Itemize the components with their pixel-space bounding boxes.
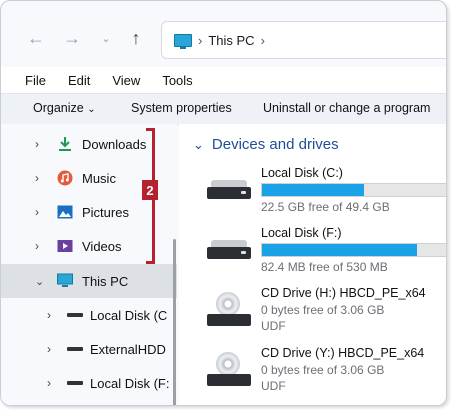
drive-name: Local Disk (F:) — [261, 226, 342, 240]
cd-drive-icon — [207, 352, 251, 386]
drive-icon — [67, 307, 83, 323]
drive-item-f[interactable]: Local Disk (F:) 82.4 MB free of 530 MB — [179, 224, 446, 280]
system-properties-button[interactable]: System properties — [131, 101, 232, 115]
organize-button[interactable]: Organize ⌄ — [33, 101, 96, 115]
menu-bar: File Edit View Tools — [1, 67, 446, 93]
file-explorer-window: ← → ⌄ ↑ › This PC › File Edit View Tools… — [0, 0, 447, 406]
drive-free-space: 0 bytes free of 3.06 GB — [261, 363, 385, 377]
videos-icon — [57, 238, 73, 254]
menu-view[interactable]: View — [112, 73, 140, 88]
navigation-pane: › Downloads › Music › Pictures › Videos … — [1, 124, 177, 405]
this-pc-icon — [57, 272, 73, 288]
menu-edit[interactable]: Edit — [68, 73, 90, 88]
sidebar-item-local-disk-f[interactable]: › Local Disk (F: — [1, 367, 177, 399]
chevron-down-icon: ⌄ — [87, 104, 96, 115]
menu-file[interactable]: File — [25, 73, 46, 88]
sidebar-item-label: Videos — [82, 238, 122, 254]
command-bar: Organize ⌄ System properties Uninstall o… — [1, 93, 446, 125]
chevron-right-icon[interactable]: › — [47, 308, 51, 322]
sidebar-item-label: ExternalHDD — [90, 341, 166, 357]
back-arrow-icon[interactable]: ← — [25, 27, 47, 49]
sidebar-item-external-hdd[interactable]: › ExternalHDD — [1, 333, 177, 365]
organize-label: Organize — [33, 101, 84, 115]
chevron-right-icon[interactable]: › — [35, 239, 39, 253]
chevron-right-icon[interactable]: › — [35, 205, 39, 219]
annotation-badge: 2 — [142, 180, 158, 200]
forward-arrow-icon[interactable]: → — [61, 27, 83, 49]
drive-item-c[interactable]: Local Disk (C:) 22.5 GB free of 49.4 GB — [179, 164, 446, 220]
drive-name: CD Drive (Y:) HBCD_PE_x64 — [261, 346, 425, 360]
sidebar-item-label: This PC — [82, 273, 129, 289]
chevron-right-icon[interactable]: › — [35, 137, 39, 151]
drive-usage-fill — [262, 184, 364, 196]
chevron-right-icon: › — [198, 32, 203, 48]
chevron-right-icon[interactable]: › — [47, 342, 51, 356]
chevron-down-icon[interactable]: ⌄ — [35, 275, 44, 288]
chevron-down-icon: ⌄ — [193, 136, 204, 152]
chevron-right-icon[interactable]: › — [47, 376, 51, 390]
pictures-icon — [57, 204, 73, 220]
download-icon — [57, 136, 73, 152]
scrollbar[interactable] — [173, 239, 176, 405]
drive-free-space: 22.5 GB free of 49.4 GB — [261, 200, 390, 214]
sidebar-item-this-pc[interactable]: ⌄ This PC — [1, 264, 177, 298]
sidebar-item-label: Music — [82, 170, 116, 186]
drive-item-h[interactable]: CD Drive (H:) HBCD_PE_x64 0 bytes free o… — [179, 284, 446, 340]
sidebar-item-label: Local Disk (C — [90, 307, 168, 323]
drive-free-space: 82.4 MB free of 530 MB — [261, 260, 388, 274]
drive-name: Local Disk (C:) — [261, 166, 343, 180]
sidebar-item-label: Downloads — [82, 136, 147, 152]
uninstall-program-button[interactable]: Uninstall or change a program — [263, 101, 430, 115]
chevron-right-icon[interactable]: › — [35, 171, 39, 185]
hard-drive-icon — [207, 180, 251, 202]
sidebar-item-local-disk-c[interactable]: › Local Disk (C — [1, 299, 177, 331]
drive-usage-bar — [261, 243, 446, 257]
sidebar-item-label: Pictures — [82, 204, 129, 220]
cd-drive-icon — [207, 292, 251, 326]
this-pc-icon — [174, 33, 192, 49]
drive-free-space: 0 bytes free of 3.06 GB — [261, 303, 385, 317]
music-icon — [57, 170, 73, 186]
menu-tools[interactable]: Tools — [162, 73, 192, 88]
section-header-devices[interactable]: ⌄ Devices and drives — [193, 136, 339, 153]
hard-drive-icon — [207, 240, 251, 262]
content-pane: ⌄ Devices and drives Local Disk (C:) 22.… — [179, 124, 446, 405]
drive-icon — [67, 341, 83, 357]
drive-filesystem: UDF — [261, 379, 286, 393]
drive-name: CD Drive (H:) HBCD_PE_x64 — [261, 286, 426, 300]
section-title: Devices and drives — [211, 136, 339, 153]
address-path: This PC — [208, 32, 255, 48]
drive-icon — [67, 375, 83, 391]
drive-item-y[interactable]: CD Drive (Y:) HBCD_PE_x64 0 bytes free o… — [179, 344, 446, 400]
navigation-bar: ← → ⌄ ↑ › This PC › — [1, 13, 446, 67]
up-arrow-icon[interactable]: ↑ — [125, 27, 147, 49]
drive-filesystem: UDF — [261, 319, 286, 333]
address-bar[interactable]: › This PC › — [161, 21, 446, 59]
sidebar-item-label: Local Disk (F: — [90, 375, 170, 391]
chevron-down-icon[interactable]: ⌄ — [95, 27, 117, 49]
chevron-right-icon[interactable]: › — [261, 33, 265, 48]
drive-usage-bar — [261, 183, 446, 197]
drive-usage-fill — [262, 244, 418, 256]
